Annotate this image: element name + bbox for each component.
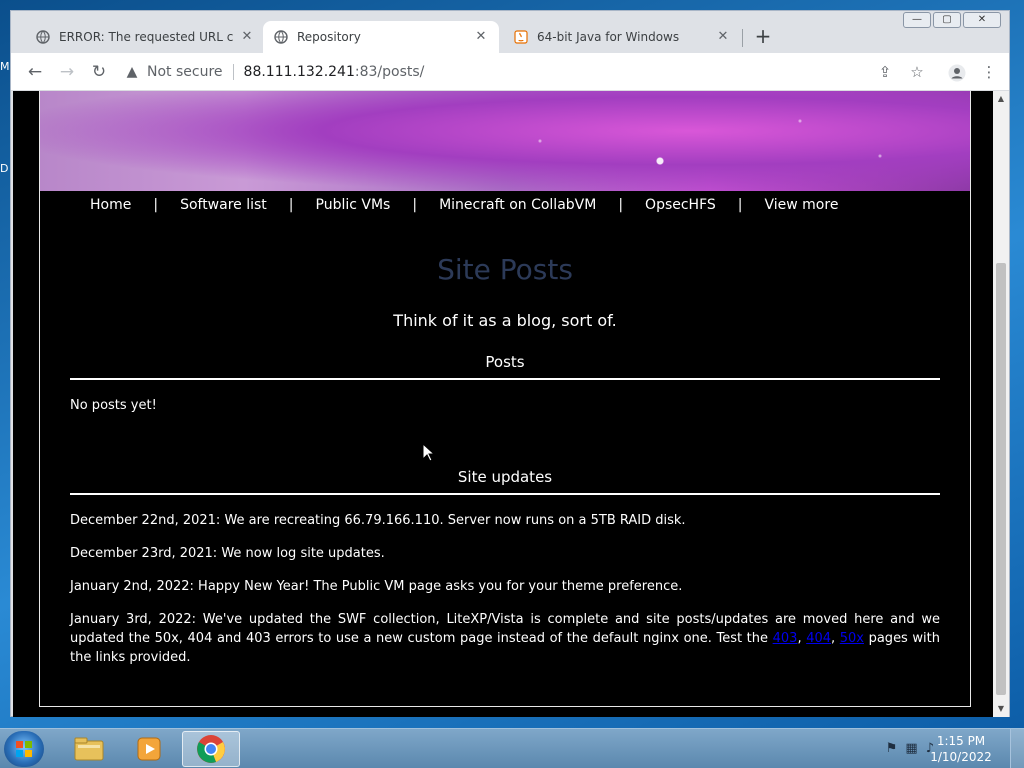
close-icon[interactable]: ✕ <box>239 29 255 45</box>
page-title: Site Posts <box>437 253 573 286</box>
vertical-scrollbar[interactable]: ▲ ▼ <box>993 91 1009 717</box>
mouse-cursor-icon <box>422 443 436 462</box>
window-controls: — ▢ ✕ <box>903 12 1001 28</box>
site-nav: Home | Software list | Public VMs | Mine… <box>90 197 838 213</box>
address-bar[interactable]: ▲ Not secure 88.111.132.241:83/posts/ <box>123 58 983 86</box>
share-icon[interactable]: ⇪ <box>873 61 897 85</box>
link-404[interactable]: 404 <box>806 631 831 646</box>
link-separator: , <box>797 631 807 646</box>
clock-date: 1/10/2022 <box>930 750 992 764</box>
taskbar: ⚑ ▦ ♪ 1:15 PM 1/10/2022 <box>0 728 1024 768</box>
media-player-icon[interactable] <box>120 731 178 767</box>
clock-time: 1:15 PM <box>936 734 986 748</box>
java-icon <box>513 29 529 45</box>
close-window-button[interactable]: ✕ <box>963 12 1001 28</box>
show-desktop-button[interactable] <box>1010 729 1024 768</box>
page-tagline: Think of it as a blog, sort of. <box>393 311 617 330</box>
reload-button[interactable]: ↻ <box>87 61 111 85</box>
url-path: :83/posts/ <box>354 64 425 80</box>
start-button[interactable] <box>4 731 44 767</box>
scroll-up-arrow-icon[interactable]: ▲ <box>993 91 1009 107</box>
posts-empty-text: No posts yet! <box>70 398 157 413</box>
tab-strip: ERROR: The requested URL could ✕ Reposit… <box>11 11 1009 53</box>
globe-icon <box>35 29 51 45</box>
close-icon[interactable]: ✕ <box>715 29 731 45</box>
nav-link-minecraft[interactable]: Minecraft on CollabVM <box>439 197 596 213</box>
tab-error[interactable]: ERROR: The requested URL could ✕ <box>25 21 265 53</box>
close-icon[interactable]: ✕ <box>473 29 489 45</box>
browser-window: ERROR: The requested URL could ✕ Reposit… <box>10 10 1010 717</box>
posts-heading: Posts <box>485 353 525 371</box>
nav-separator: | <box>288 197 294 213</box>
link-403[interactable]: 403 <box>773 631 798 646</box>
section-divider <box>70 378 940 380</box>
desktop-icon-label: D <box>0 162 9 175</box>
tab-repository[interactable]: Repository ✕ <box>263 21 499 53</box>
tab-separator <box>742 29 743 47</box>
updates-heading: Site updates <box>457 468 553 486</box>
update-item: December 22nd, 2021: We are recreating 6… <box>70 513 686 528</box>
nav-link-view-more[interactable]: View more <box>765 197 839 213</box>
link-separator: , <box>831 631 840 646</box>
nav-separator: | <box>737 197 743 213</box>
nav-separator: | <box>412 197 418 213</box>
restore-button[interactable]: ▢ <box>933 12 961 28</box>
nav-link-public-vms[interactable]: Public VMs <box>316 197 391 213</box>
new-tab-button[interactable]: + <box>751 25 775 49</box>
menu-kebab-icon[interactable]: ⋮ <box>977 61 1001 85</box>
network-icon[interactable]: ▦ <box>905 741 917 756</box>
desktop-icon-label: M <box>0 60 10 73</box>
nav-link-opsechfs[interactable]: OpsecHFS <box>645 197 716 213</box>
site-container: Home | Software list | Public VMs | Mine… <box>39 91 971 707</box>
scroll-down-arrow-icon[interactable]: ▼ <box>993 701 1009 717</box>
bookmark-star-icon[interactable]: ☆ <box>905 61 929 85</box>
nav-separator: | <box>618 197 624 213</box>
nav-link-home[interactable]: Home <box>90 197 131 213</box>
update-item: January 2nd, 2022: Happy New Year! The P… <box>70 579 683 594</box>
update-item: January 3rd, 2022: We've updated the SWF… <box>70 610 940 667</box>
windows-logo-icon <box>16 741 32 757</box>
forward-button[interactable]: → <box>55 61 79 85</box>
warning-icon[interactable]: ▲ <box>123 64 141 80</box>
action-center-flag-icon[interactable]: ⚑ <box>886 741 898 756</box>
back-button[interactable]: ← <box>23 61 47 85</box>
minimize-button[interactable]: — <box>903 12 931 28</box>
globe-icon <box>273 29 289 45</box>
url-host: 88.111.132.241 <box>243 64 355 80</box>
chrome-icon[interactable] <box>182 731 240 767</box>
scrollbar-thumb[interactable] <box>996 263 1006 695</box>
taskbar-clock[interactable]: 1:15 PM 1/10/2022 <box>926 733 996 765</box>
profile-avatar-icon[interactable] <box>945 61 969 85</box>
site-banner <box>40 91 970 191</box>
explorer-icon[interactable] <box>60 731 118 767</box>
omnibox-divider <box>232 64 234 80</box>
page-viewport: Home | Software list | Public VMs | Mine… <box>13 91 1009 717</box>
update-item: December 23rd, 2021: We now log site upd… <box>70 546 385 561</box>
tab-title: Repository <box>297 30 361 44</box>
browser-toolbar: ← → ↻ ▲ Not secure 88.111.132.241:83/pos… <box>11 53 1009 91</box>
nav-link-software-list[interactable]: Software list <box>180 197 267 213</box>
security-label[interactable]: Not secure <box>147 64 223 80</box>
nav-separator: | <box>153 197 159 213</box>
tab-java[interactable]: 64-bit Java for Windows ✕ <box>503 21 741 53</box>
tab-title: ERROR: The requested URL could <box>59 30 233 44</box>
link-50x[interactable]: 50x <box>840 631 864 646</box>
section-divider <box>70 493 940 495</box>
tab-title: 64-bit Java for Windows <box>537 30 680 44</box>
